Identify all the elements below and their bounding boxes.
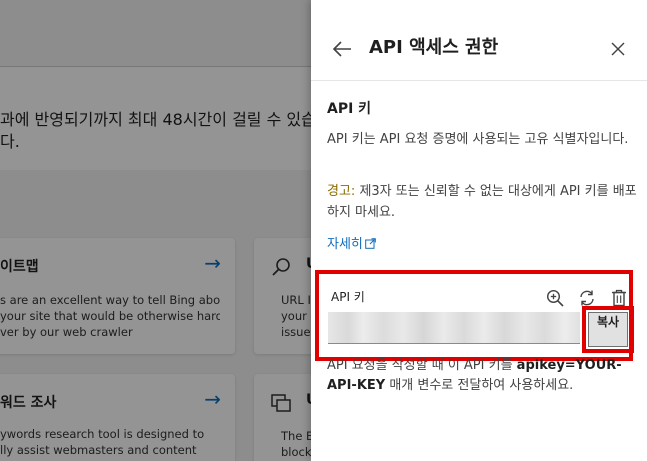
warning-label: 경고:	[327, 184, 356, 199]
panel-header: API 액세스 권한	[311, 0, 647, 80]
close-icon[interactable]	[609, 40, 627, 58]
regenerate-icon[interactable]	[577, 288, 597, 308]
usage-instructions: API 요청을 작성할 때 이 API 키를 apikey=YOUR-API-K…	[327, 356, 633, 396]
learn-more-label: 자세히	[327, 237, 363, 252]
section-title: API 키	[327, 101, 372, 117]
panel-title: API 액세스 권한	[369, 37, 499, 58]
arrow-left-icon[interactable]	[329, 36, 355, 62]
external-link-icon	[365, 238, 376, 249]
trash-icon[interactable]	[609, 288, 629, 308]
warning-text: 경고: 제3자 또는 신뢰할 수 없는 대상에게 API 키를 배포하지 마세요…	[327, 181, 637, 223]
header-divider	[311, 80, 647, 81]
api-key-description: API 키는 API 요청 증명에 사용되는 고유 식별자입니다.	[327, 132, 629, 147]
copy-button-highlight: 복사	[582, 306, 634, 353]
warning-body: 제3자 또는 신뢰할 수 없는 대상에게 API 키를 배포하지 마세요.	[327, 184, 637, 220]
usage-prefix: API 요청을 작성할 때 이 API 키를	[327, 358, 517, 373]
api-access-panel: API 액세스 권한 API 키 API 키는 API 요청 증명에 사용되는 …	[311, 0, 647, 461]
api-key-label: API 키	[331, 290, 365, 304]
zoom-in-icon[interactable]	[545, 288, 565, 308]
api-key-highlight: API 키 복사	[315, 270, 634, 361]
api-key-field[interactable]	[328, 312, 580, 344]
usage-suffix: 매개 변수로 전달하여 사용하세요.	[385, 378, 574, 393]
copy-button[interactable]: 복사	[588, 312, 628, 347]
learn-more-link[interactable]: 자세히	[327, 235, 376, 255]
